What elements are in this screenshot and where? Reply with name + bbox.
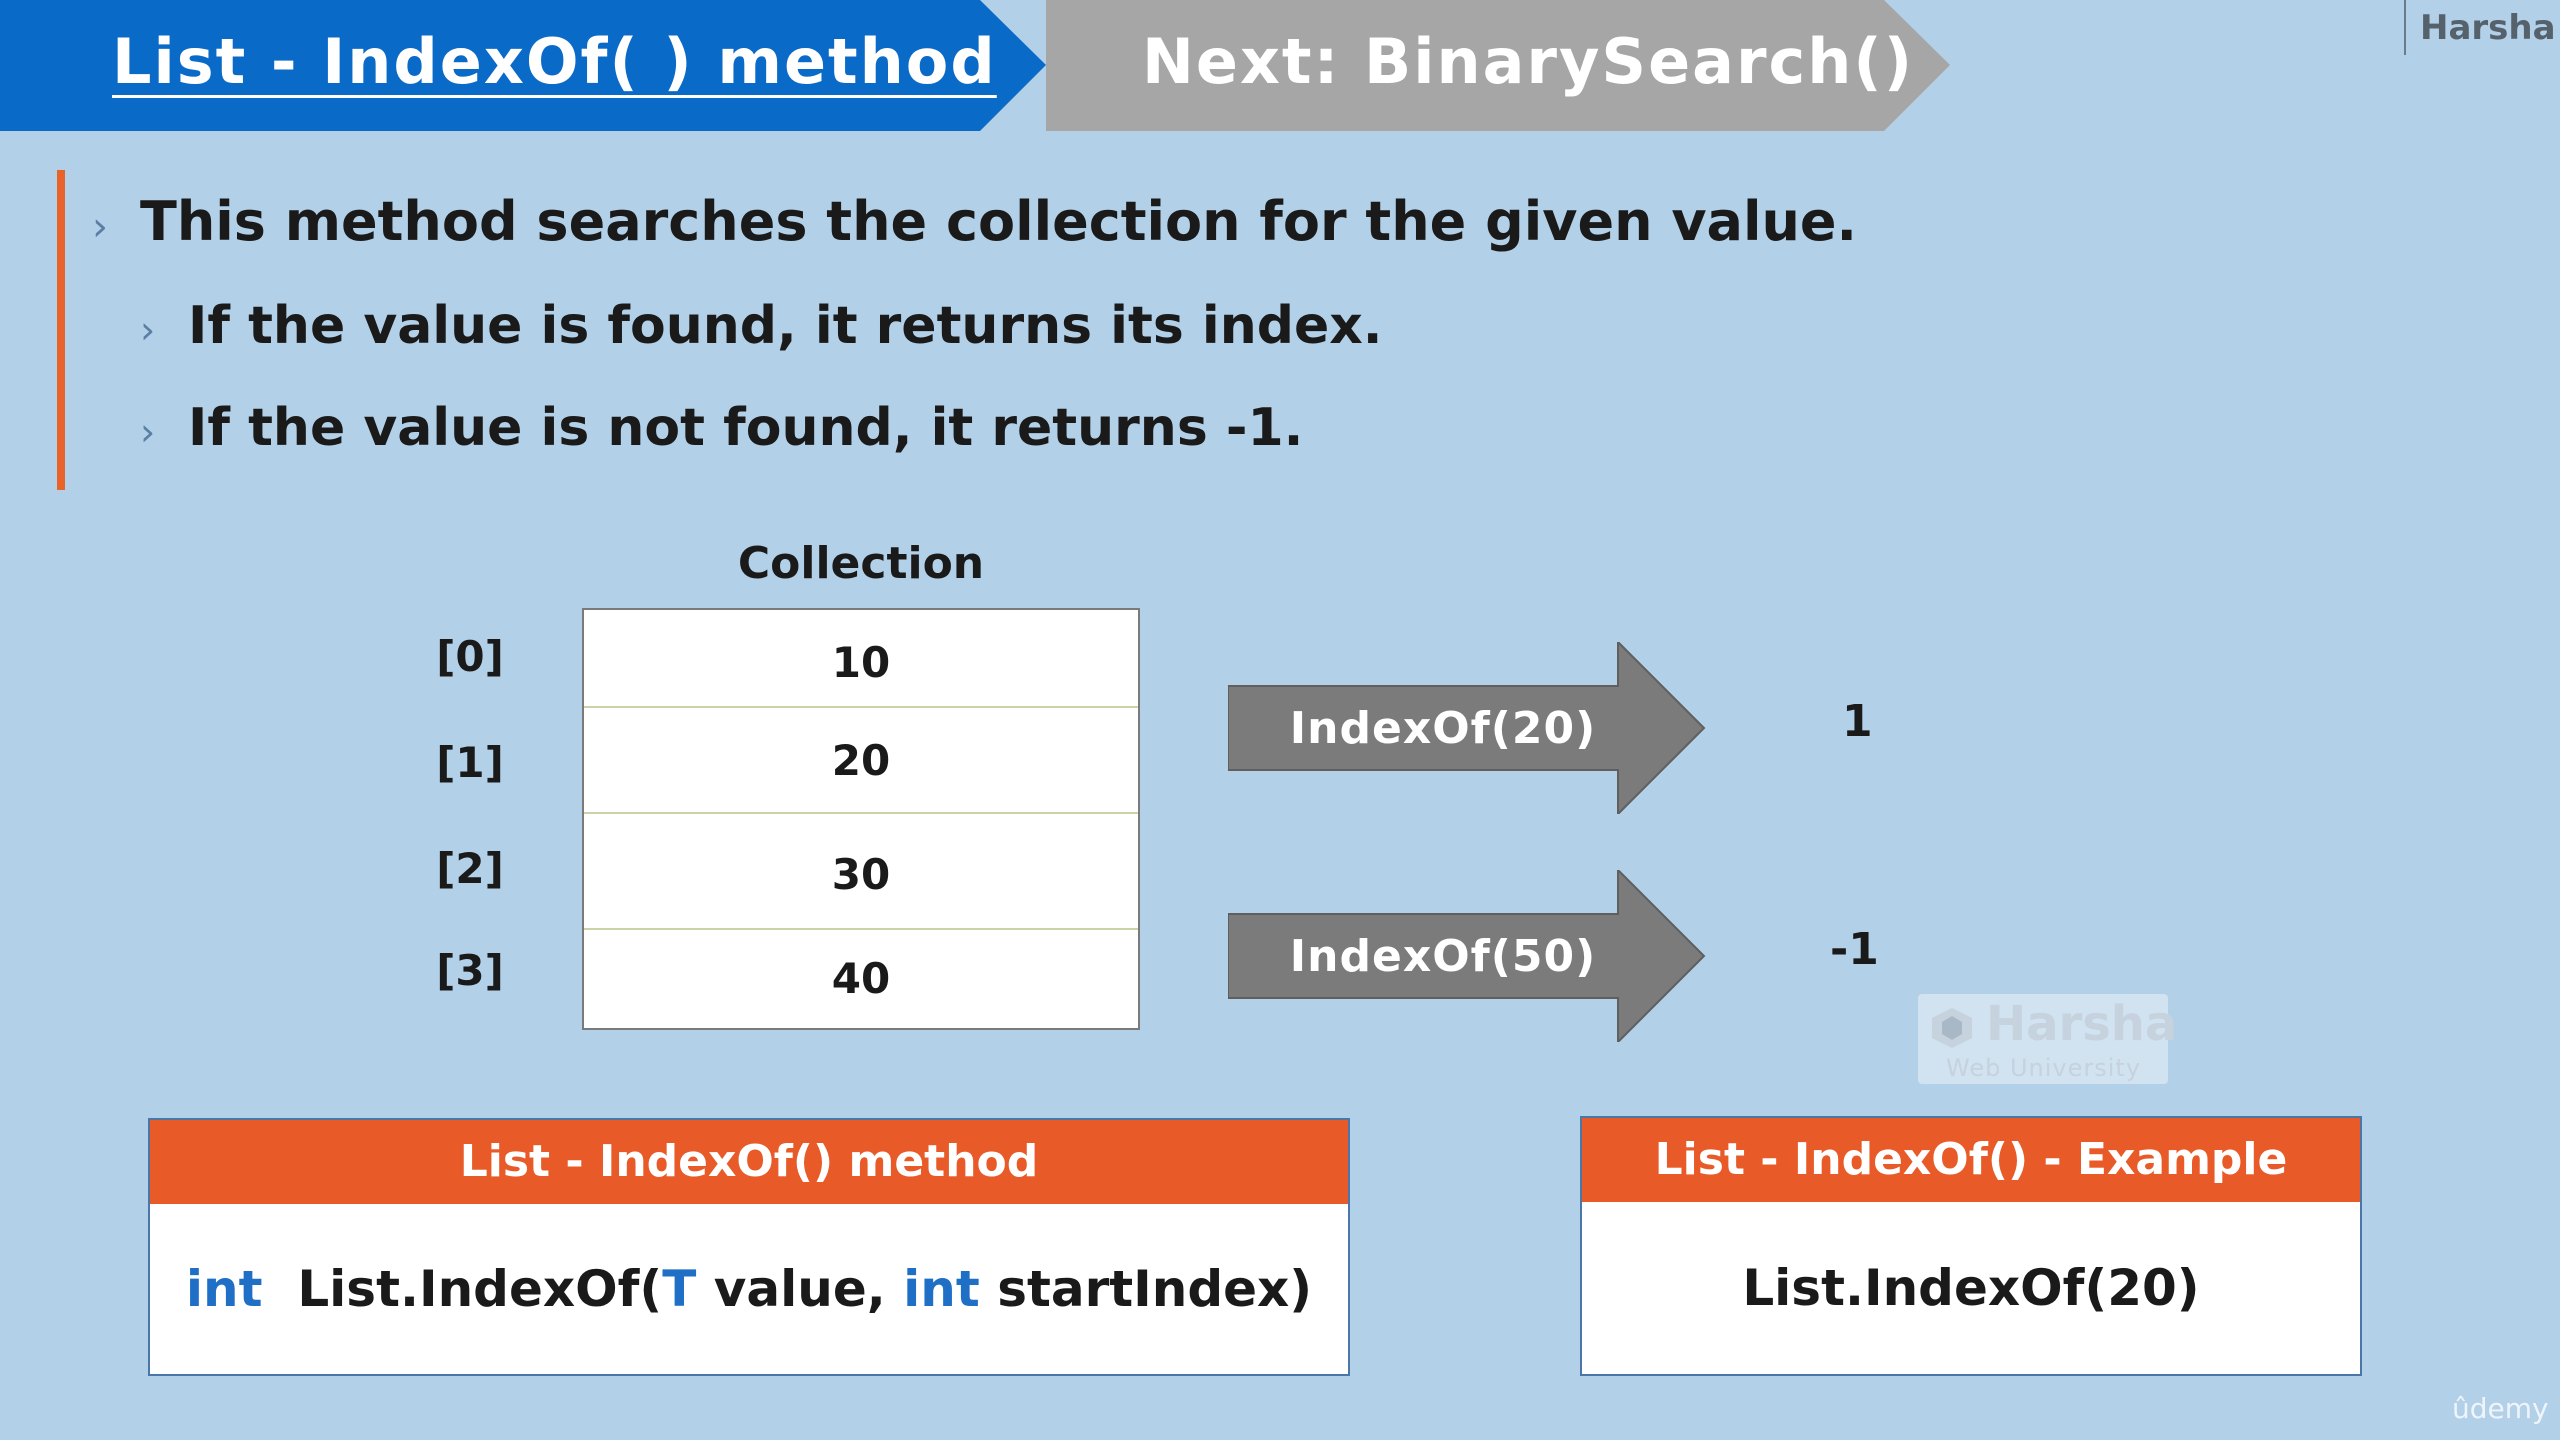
arrow-label: IndexOf(20) <box>1289 702 1597 754</box>
chevron-right-icon: › <box>140 308 156 352</box>
arrow-label: IndexOf(50) <box>1289 930 1597 982</box>
chevron-right-icon: › <box>140 410 156 454</box>
collection-table: 10 20 30 40 <box>582 608 1140 1030</box>
syntax-box: List - IndexOf() method int List.IndexOf… <box>148 1118 1350 1376</box>
indexof-call-arrow: IndexOf(20) <box>1228 642 1708 814</box>
collection-cell: 10 <box>831 638 891 687</box>
collection-index: [0] <box>436 632 504 681</box>
example-box: List - IndexOf() - Example List.IndexOf(… <box>1580 1116 2362 1376</box>
brand-label: Harsha <box>2404 0 2556 55</box>
collection-cell: 40 <box>831 954 891 1003</box>
watermark-subtitle: Web University <box>1946 1054 2142 1082</box>
collection-title: Collection <box>737 538 985 589</box>
syntax-signature: int List.IndexOf(T value, int startIndex… <box>150 1204 1348 1374</box>
harsha-logo-icon <box>1932 1008 1972 1048</box>
tab-current-topic[interactable]: List - IndexOf( ) method <box>0 0 1046 131</box>
row-divider <box>584 812 1138 814</box>
signature-part: List.IndexOf( <box>297 1260 663 1318</box>
watermark-name: Harsha <box>1986 996 2178 1052</box>
keyword-type-param: T <box>662 1260 697 1318</box>
bullet-sub-found-text: If the value is found, it returns its in… <box>188 296 1383 356</box>
call-result: 1 <box>1842 696 1873 747</box>
example-box-title: List - IndexOf() - Example <box>1582 1118 2360 1202</box>
udemy-logo: ûdemy <box>2452 1392 2549 1425</box>
row-divider <box>584 928 1138 930</box>
tab-next-topic[interactable]: Next: BinarySearch() <box>1046 0 1950 131</box>
row-divider <box>584 706 1138 708</box>
collection-cell: 20 <box>831 736 891 785</box>
collection-index: [2] <box>436 844 504 893</box>
bullet-sub-not-found: › If the value is not found, it returns -… <box>140 398 1303 458</box>
indexof-call-arrow: IndexOf(50) <box>1228 870 1708 1042</box>
tab-next-label: Next: BinarySearch() <box>1142 25 1915 98</box>
syntax-box-title: List - IndexOf() method <box>150 1120 1348 1204</box>
bullet-sub-found: › If the value is found, it returns its i… <box>140 296 1383 356</box>
bullet-accent-bar <box>57 170 65 490</box>
tab-current-label: List - IndexOf( ) method <box>112 25 997 98</box>
collection-cell: 30 <box>831 850 891 899</box>
keyword-int: int <box>903 1260 980 1318</box>
collection-index: [3] <box>436 946 504 995</box>
bullet-sub-not-found-text: If the value is not found, it returns -1… <box>188 398 1304 458</box>
signature-part: value, <box>696 1260 904 1318</box>
example-code: List.IndexOf(20) <box>1742 1259 2200 1317</box>
watermark-logo: Harsha Web University <box>1918 994 2177 1084</box>
call-result: -1 <box>1830 924 1879 975</box>
bullet-main-text: This method searches the collection for … <box>140 190 1858 253</box>
collection-index: [1] <box>436 738 504 787</box>
bullet-main: › This method searches the collection for… <box>92 190 1857 253</box>
chevron-right-icon: › <box>92 204 108 250</box>
keyword-int: int <box>185 1260 263 1318</box>
signature-part: startIndex) <box>979 1260 1313 1318</box>
